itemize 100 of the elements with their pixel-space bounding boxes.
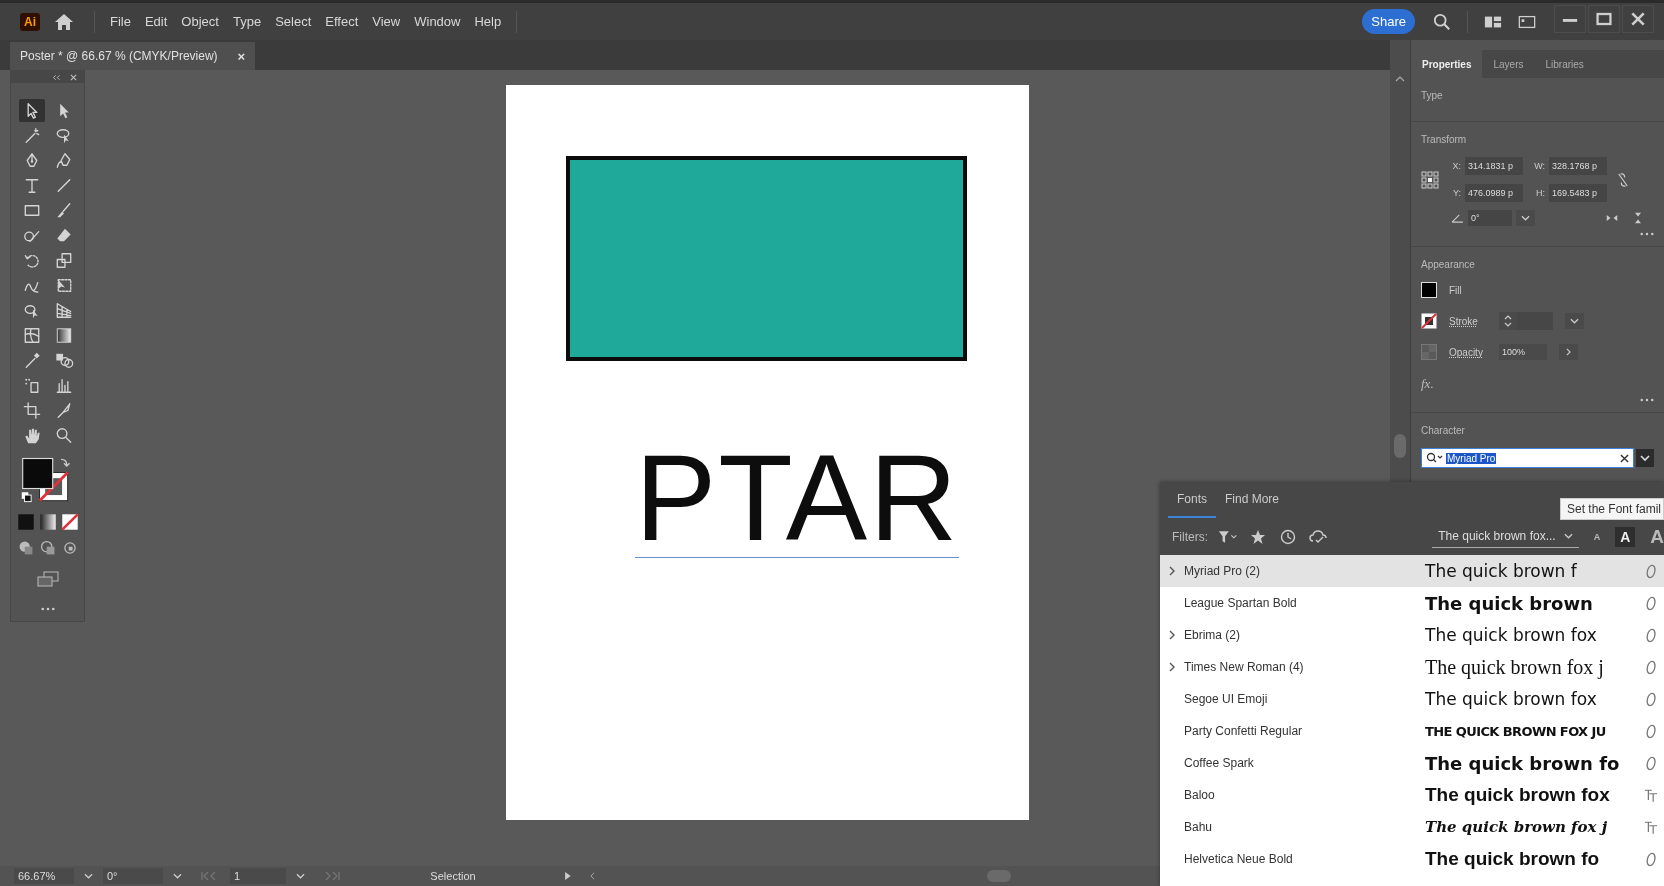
gradient-mode-icon[interactable] [38, 513, 57, 531]
font-name: Baloo [1184, 788, 1216, 802]
maximize-icon[interactable] [1588, 5, 1620, 33]
font-list-row[interactable]: Helvetica Neue Bold The quick brown fo [1160, 843, 1664, 875]
document-title: Poster * @ 66.67 % (CMYK/Preview) [20, 49, 218, 63]
menu-item[interactable]: Help [474, 14, 502, 29]
close-icon[interactable] [1622, 5, 1654, 33]
color-mode-icon[interactable] [16, 513, 35, 531]
panel-tab[interactable]: Layers [1482, 50, 1535, 78]
angle-field[interactable]: 0° [1468, 210, 1512, 226]
sample-size-button[interactable]: A [1588, 529, 1606, 544]
stroke-swatch-icon[interactable] [1421, 313, 1437, 329]
menu-item[interactable]: Type [232, 14, 262, 29]
input-field[interactable]: 476.0989 p [1465, 184, 1523, 202]
opacity-field[interactable]: 100% [1499, 344, 1547, 360]
opacity-link[interactable]: Opacity [1449, 346, 1487, 358]
tab-close[interactable]: × [237, 48, 246, 64]
font-name: League Spartan Bold [1184, 596, 1298, 610]
none-mode-icon[interactable] [60, 513, 79, 531]
font-search-field[interactable]: Myriad Pro [1421, 448, 1634, 468]
input-field[interactable]: 314.1831 p [1465, 157, 1523, 175]
font-list-row[interactable]: Times New Roman (4) The quick brown fox j [1160, 651, 1664, 683]
font-tab[interactable]: Find More [1216, 482, 1289, 518]
search-icon[interactable] [1426, 452, 1444, 464]
document-tab[interactable]: Poster * @ 66.67 % (CMYK/Preview) × [10, 42, 256, 70]
font-list-row[interactable]: Myriad Pro (2) The quick brown f [1160, 555, 1664, 587]
stepper-arrows-icon[interactable] [1504, 314, 1512, 328]
arrow-cursor-icon[interactable] [18, 99, 45, 122]
scroll-up-icon[interactable] [1395, 76, 1405, 82]
more-options-icon[interactable] [1640, 232, 1654, 236]
font-list-row[interactable]: Baloo The quick brown fox [1160, 779, 1664, 811]
menu-item[interactable]: Edit [144, 14, 168, 29]
chevron-down-icon[interactable] [173, 872, 182, 880]
input-field[interactable]: 328.1768 p [1549, 157, 1607, 175]
draw-behind-icon[interactable] [38, 539, 57, 557]
font-name: Myriad Pro (2) [1184, 564, 1261, 578]
font-list-row[interactable]: Bahu The quick brown fox j [1160, 811, 1664, 843]
search-icon[interactable] [1433, 12, 1451, 31]
expand-chevron-icon[interactable] [1169, 662, 1175, 672]
input-field[interactable]: 169.5483 p [1549, 184, 1607, 202]
reference-point-icon[interactable] [1421, 170, 1439, 189]
menu-item[interactable]: View [372, 14, 401, 29]
headline-text[interactable]: PTAR [635, 439, 960, 558]
sample-text-dropdown[interactable]: The quick brown fox... [1432, 525, 1579, 548]
font-sample: THE QUICK BROWN FOX JU [1425, 723, 1607, 739]
font-list-row[interactable]: Segoe UI Emoji The quick brown fox [1160, 683, 1664, 715]
home-icon[interactable] [54, 12, 74, 31]
font-list-row[interactable]: Party Confetti Regular THE QUICK BROWN FOX JU [1160, 715, 1664, 747]
font-sample: The quick brown fo [1425, 848, 1601, 870]
transparency-grid-icon [1421, 344, 1437, 360]
filter-funnel-icon[interactable] [1218, 528, 1238, 545]
effects-button[interactable]: fx. [1421, 376, 1434, 392]
screen-mode-icon[interactable] [36, 571, 59, 587]
fill-swatch-icon[interactable] [1421, 282, 1437, 298]
panel-tab[interactable]: Libraries [1534, 50, 1595, 78]
menu-item[interactable]: Select [275, 14, 312, 29]
menu-item[interactable]: Window [414, 14, 461, 29]
unlinked-chain-icon[interactable] [1617, 171, 1629, 188]
minimize-icon[interactable] [1554, 5, 1586, 33]
chevron-down-icon[interactable] [1565, 313, 1584, 329]
field-label: H: [1535, 188, 1545, 198]
sample-size-button[interactable]: A [1645, 523, 1664, 550]
font-list-row[interactable]: League Spartan Bold The quick brown [1160, 587, 1664, 619]
sample-size-button[interactable]: A [1615, 526, 1636, 547]
clear-icon[interactable] [1620, 453, 1629, 463]
font-sample: The quick brown fox [1425, 784, 1611, 806]
dropdown-icon[interactable] [1636, 449, 1654, 467]
menu-item[interactable]: File [110, 14, 131, 29]
chevron-down-icon [1563, 533, 1573, 539]
menu-item[interactable]: Object [181, 14, 219, 29]
artboard-number-field[interactable]: 1 [230, 868, 286, 884]
chevron-left-icon[interactable] [588, 872, 597, 880]
expand-chevron-icon[interactable] [1169, 630, 1175, 640]
play-icon[interactable] [563, 872, 572, 880]
expand-chevron-icon[interactable] [1169, 566, 1175, 576]
chevron-down-icon[interactable] [1516, 210, 1535, 226]
more-icon[interactable] [40, 607, 55, 611]
field-label: W: [1533, 161, 1545, 171]
field-label: X: [1451, 161, 1461, 171]
stroke-link[interactable]: Stroke [1449, 315, 1487, 327]
chevron-down-icon[interactable] [296, 872, 305, 880]
more-options-icon[interactable] [1640, 398, 1654, 402]
panel-tab[interactable]: Properties [1411, 50, 1483, 78]
font-list-row[interactable]: Coffee Spark The quick brown fo [1160, 747, 1664, 779]
filters-label: Filters: [1172, 529, 1208, 544]
font-name: Times New Roman (4) [1184, 660, 1305, 674]
share-button[interactable]: Share [1362, 9, 1415, 34]
clock-icon[interactable] [1278, 528, 1298, 545]
collapse-icon[interactable] [52, 73, 61, 81]
rotation-field[interactable]: 0° [103, 868, 163, 884]
font-list-row[interactable]: Ebrima (2) The quick brown fox [1160, 619, 1664, 651]
scrollbar-thumb[interactable] [1394, 434, 1406, 458]
font-name: Coffee Spark [1184, 756, 1255, 770]
zoom-field[interactable]: 66.67% [14, 868, 74, 884]
menu-item[interactable]: Effect [325, 14, 359, 29]
close-icon[interactable] [69, 73, 78, 81]
chevron-down-icon[interactable] [84, 872, 93, 880]
app-logo[interactable]: Ai [20, 12, 40, 31]
font-sample: The quick brown fox j [1425, 655, 1605, 679]
cloud-check-icon[interactable] [1308, 528, 1328, 545]
